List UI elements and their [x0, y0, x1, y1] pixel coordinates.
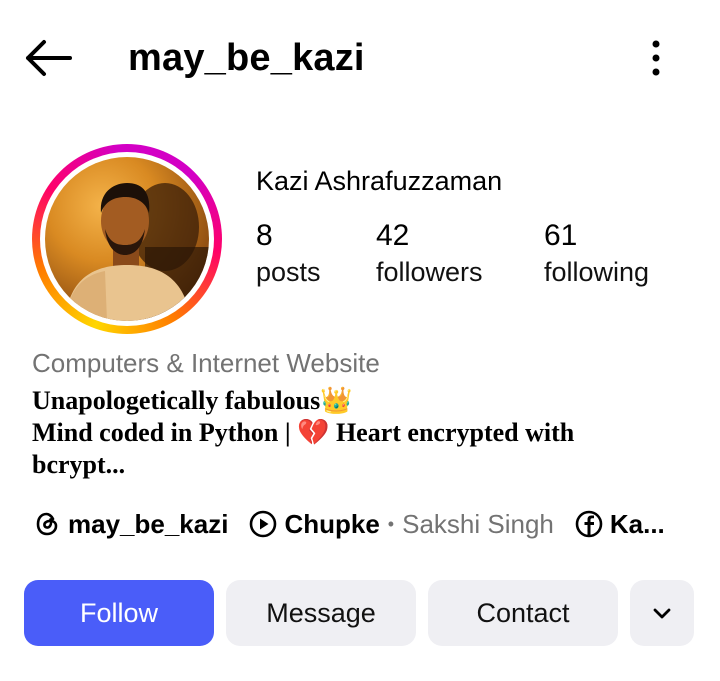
- more-options-button[interactable]: [636, 36, 676, 80]
- stat-following[interactable]: 61 following: [544, 218, 649, 290]
- bio-line-2: Mind coded in Python | 💔 Heart encrypted…: [32, 418, 575, 447]
- stat-followers[interactable]: 42 followers: [376, 218, 483, 290]
- profile-username: may_be_kazi: [128, 37, 365, 79]
- threads-handle: may_be_kazi: [68, 508, 229, 539]
- music-link[interactable]: Chupke • Sakshi Singh: [248, 508, 554, 540]
- follow-button[interactable]: Follow: [24, 580, 214, 646]
- profile-full-name: Kazi Ashrafuzzaman: [256, 166, 503, 196]
- message-button[interactable]: Message: [226, 580, 416, 646]
- posts-count: 8: [256, 219, 273, 252]
- suggested-dropdown-button[interactable]: [630, 580, 694, 646]
- back-button[interactable]: [22, 34, 74, 82]
- posts-label: posts: [256, 257, 321, 287]
- followers-label: followers: [376, 257, 483, 287]
- threads-icon: [36, 512, 58, 536]
- bio-line-3: bcrypt...: [32, 450, 126, 479]
- facebook-text: Ka...: [609, 508, 665, 539]
- contact-button[interactable]: Contact: [428, 580, 618, 646]
- arrow-left-icon: [26, 40, 72, 76]
- music-separator: •: [387, 513, 395, 534]
- profile-bio[interactable]: Unapologetically fabulous👑 Mind coded in…: [32, 385, 672, 481]
- facebook-icon: [575, 510, 603, 538]
- threads-link[interactable]: may_be_kazi: [32, 509, 228, 540]
- profile-links-row: may_be_kazi Chupke • Sakshi Singh Ka...: [32, 504, 665, 544]
- music-artist: Sakshi Singh: [402, 508, 554, 539]
- bio-line-1: Unapologetically fabulous👑: [32, 386, 353, 415]
- broken-heart-emoji: 💔: [297, 418, 330, 447]
- avatar-story-ring[interactable]: [32, 144, 222, 334]
- stat-posts[interactable]: 8 posts: [256, 218, 321, 290]
- chevron-down-icon: [653, 608, 671, 619]
- followers-count: 42: [376, 219, 410, 252]
- more-vertical-icon: [652, 40, 660, 76]
- following-label: following: [544, 257, 650, 287]
- following-count: 61: [544, 219, 578, 252]
- crown-emoji: 👑: [320, 386, 353, 415]
- play-circle-icon: [250, 510, 277, 538]
- avatar: [45, 157, 209, 321]
- profile-category: Computers & Internet Website: [32, 348, 380, 378]
- music-title: Chupke: [284, 508, 380, 539]
- facebook-link[interactable]: Ka...: [574, 509, 665, 540]
